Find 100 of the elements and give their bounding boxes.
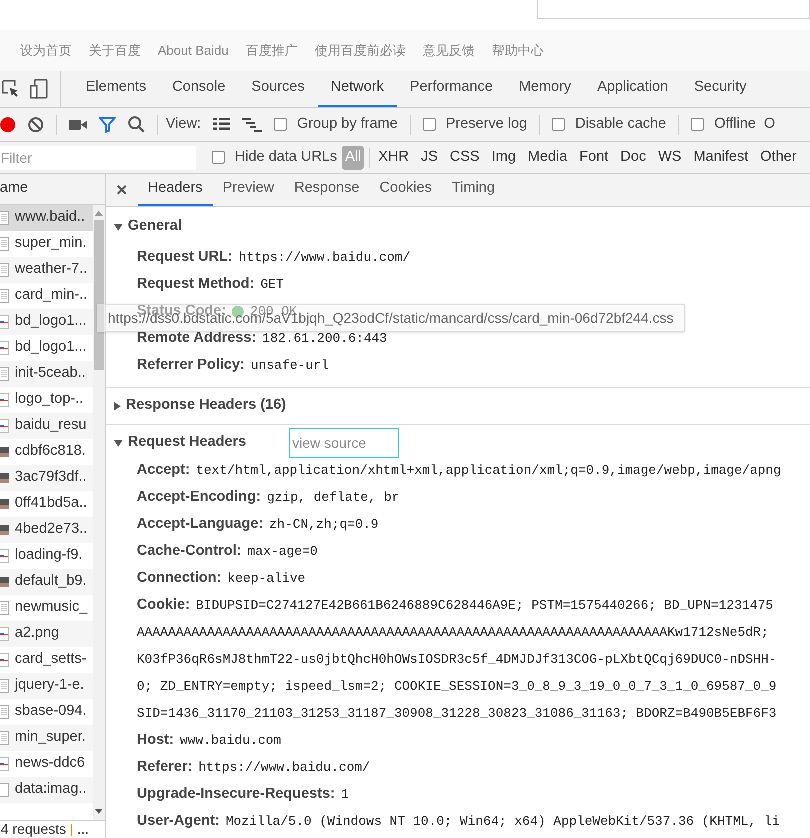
checkbox[interactable]	[552, 118, 566, 131]
document-icon	[0, 211, 9, 225]
filter-icon[interactable]	[99, 116, 116, 132]
request-name: init-5ceab..	[15, 364, 86, 384]
header-value: Mozilla/5.0 (Windows NT 10.0; Win64; x64) AppleWebKit/537.36 (KHTML, li	[226, 812, 780, 831]
header-name: Accept:	[137, 460, 190, 480]
list-view-icon[interactable]	[213, 118, 230, 131]
section-title[interactable]: Request Headers	[128, 432, 246, 454]
type-filter-button[interactable]: XHR	[375, 146, 412, 170]
type-filter-button[interactable]: WS	[655, 146, 685, 170]
header-value: BIDUPSID=C274127E42B661B6246889C628446A9E; PSTM=1575440266; BD_UPN=1231475	[196, 596, 774, 615]
devtools-tab[interactable]: Security	[681, 71, 760, 107]
type-filter-button[interactable]: Font	[576, 146, 612, 170]
header-value: www.baidu.com	[180, 732, 282, 750]
thumbnail-icon	[0, 577, 9, 587]
request-name: newmusic_	[15, 598, 88, 618]
document-icon	[0, 731, 9, 745]
request-row[interactable]: jquery-1-e.	[0, 673, 93, 699]
search-field[interactable]	[537, 0, 810, 19]
checkbox[interactable]	[274, 118, 288, 131]
request-name: card_min-..	[15, 286, 88, 306]
request-name: baidu_resu	[15, 416, 87, 436]
request-row[interactable]: bd_logo1...	[0, 309, 93, 335]
type-filter-button[interactable]: Manifest	[690, 146, 752, 170]
document-icon	[0, 263, 9, 277]
type-filter-button[interactable]: Doc	[618, 146, 650, 170]
header-value: zh-CN,zh;q=0.9	[270, 516, 379, 534]
header-name: Accept-Encoding:	[137, 488, 262, 507]
request-name: 3ac79f3df..	[15, 468, 87, 488]
detail-tab[interactable]: Headers	[138, 174, 213, 206]
type-filter-button[interactable]: CSS	[447, 146, 483, 170]
checkbox[interactable]	[212, 151, 225, 164]
detail-tab[interactable]: Preview	[212, 174, 284, 206]
devtools-tab[interactable]: Application	[584, 71, 682, 107]
header-name: Cookie:	[137, 596, 190, 615]
request-row[interactable]: min_super.	[0, 725, 93, 751]
scrollbar-thumb[interactable]	[94, 220, 104, 370]
document-icon	[0, 705, 9, 719]
collapse-triangle-icon[interactable]	[114, 402, 121, 410]
checkbox[interactable]	[422, 118, 436, 131]
request-name: bd_logo1...	[15, 338, 87, 358]
detail-tab[interactable]: Cookies	[370, 174, 442, 206]
request-name: super_min.	[15, 234, 87, 254]
search-icon[interactable]	[128, 116, 145, 133]
expand-triangle-icon[interactable]	[114, 224, 123, 230]
request-name: www.baid..	[15, 208, 86, 228]
type-filter-button[interactable]: JS	[418, 146, 442, 170]
waterfall-view-icon[interactable]	[242, 118, 262, 132]
request-row[interactable]: baidu_resu	[0, 413, 93, 439]
section-title[interactable]: General	[128, 216, 182, 238]
type-filter-button[interactable]: Other	[758, 146, 800, 170]
detail-tab[interactable]: Response	[284, 174, 370, 206]
request-row[interactable]: 4bed2e73..	[0, 517, 93, 543]
type-filter-button[interactable]: Media	[525, 146, 571, 170]
request-name: cdbf6c818.	[15, 442, 86, 462]
header-value: GET	[260, 276, 284, 294]
header-value: https://www.baidu.com/	[198, 758, 370, 777]
devtools-tab[interactable]: Console	[159, 71, 239, 107]
image-icon	[0, 549, 9, 563]
header-value: AAAAAAAAAAAAAAAAAAAAAAAAAAAAAAAAAAAAAAAAAAAAAAAAAAAAAAAAAAAAAAAAAAAAKw1712sNe5dR;	[137, 624, 770, 642]
scroll-down-icon[interactable]	[95, 809, 103, 814]
image-icon	[0, 757, 9, 771]
request-name: sbase-094.	[15, 702, 87, 722]
devtools-tab[interactable]: Memory	[506, 71, 584, 107]
request-row[interactable]: default_b9.	[0, 569, 93, 595]
name-column-header[interactable]: ame	[0, 174, 105, 205]
checkbox[interactable]	[691, 118, 704, 131]
record-icon[interactable]	[0, 116, 16, 132]
header-value: 1	[341, 786, 350, 804]
scrollbar[interactable]	[93, 205, 105, 820]
device-toggle-icon[interactable]	[30, 79, 48, 99]
image-icon	[0, 393, 9, 407]
devtools-tab[interactable]: Elements	[73, 71, 160, 107]
thumbnail-icon	[0, 447, 9, 457]
request-row[interactable]: init-5ceab..	[0, 361, 93, 387]
expand-triangle-icon[interactable]	[114, 440, 123, 446]
view-source-link[interactable]: view source	[289, 428, 400, 458]
type-filter-button[interactable]: Img	[488, 146, 520, 170]
close-icon[interactable]	[117, 185, 127, 195]
request-row[interactable]: www.baid..	[0, 205, 93, 231]
thumbnail-icon	[0, 525, 9, 535]
request-name: loading-f9.	[15, 546, 83, 566]
video-camera-icon[interactable]	[69, 118, 87, 130]
detail-tab[interactable]: Timing	[442, 174, 506, 206]
devtools-tab[interactable]: Sources	[238, 71, 318, 107]
clear-icon[interactable]	[28, 116, 44, 132]
header-name: Remote Address:	[137, 328, 257, 348]
section-title[interactable]: Response Headers (16)	[126, 395, 286, 417]
request-row[interactable]: 3ac79f3df..	[0, 465, 93, 491]
header-name: Referrer Policy:	[137, 356, 245, 375]
filter-field[interactable]: Filter	[0, 146, 196, 170]
request-row[interactable]: weather-7..	[0, 257, 93, 283]
option-label: Preserve log	[446, 114, 528, 134]
element-picker-icon[interactable]	[2, 80, 20, 98]
document-icon	[0, 289, 9, 303]
devtools-tab[interactable]: Performance	[397, 71, 506, 107]
header-value: gzip, deflate, br	[267, 488, 400, 507]
request-name: a2.png	[15, 624, 60, 644]
request-row[interactable]: data:imag..	[0, 777, 93, 803]
request-row[interactable]: a2.png	[0, 621, 93, 647]
